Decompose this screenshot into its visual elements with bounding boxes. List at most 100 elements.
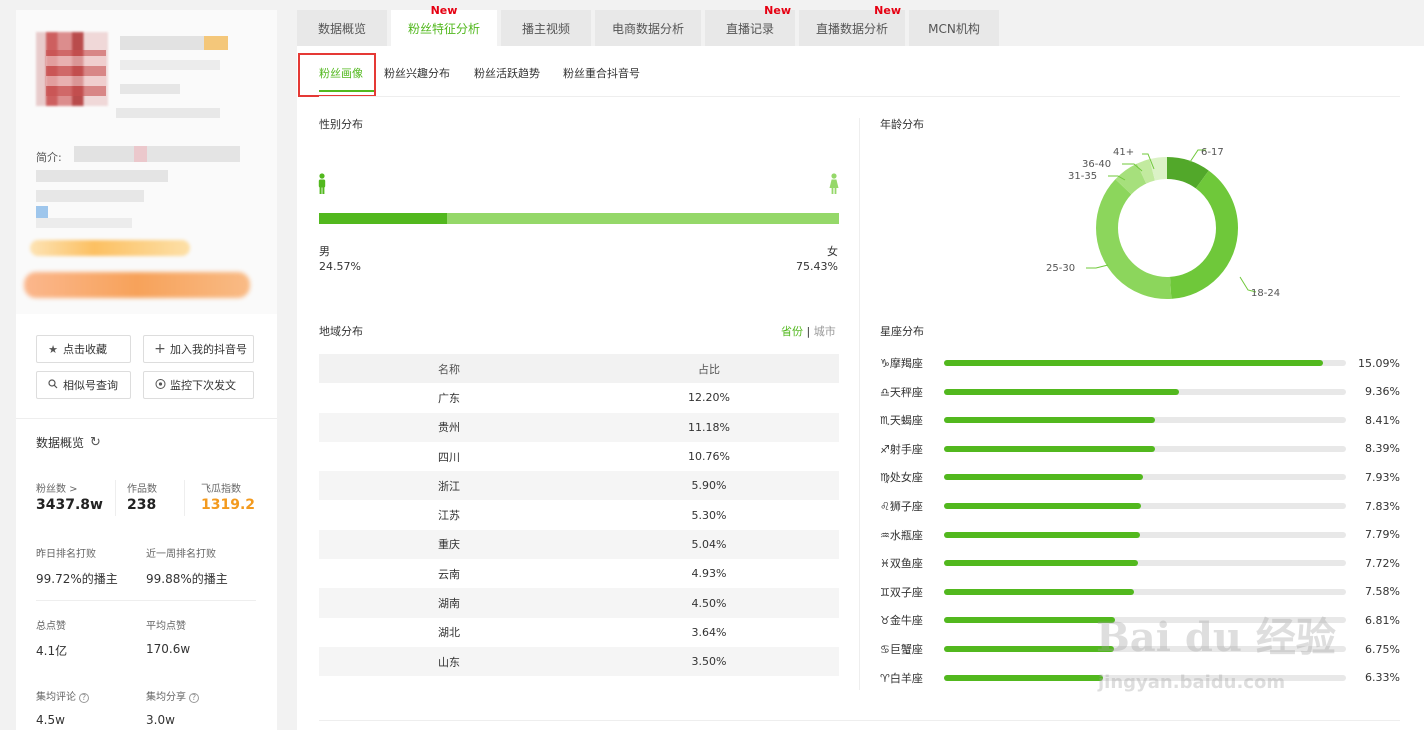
tab-live-records[interactable]: New 直播记录: [705, 4, 795, 46]
index-label: 飞瓜指数: [201, 484, 241, 495]
region-title: 地域分布: [319, 325, 363, 338]
zodiac-glyph-icon: ♈: [880, 671, 890, 685]
watermark-logo: Bai du 经验: [1096, 614, 1336, 661]
likes-avg-value: 170.6w: [146, 642, 191, 656]
zodiac-bar: [944, 617, 1116, 624]
overview-title: 数据概览: [36, 436, 85, 450]
age-leader-line: [1086, 264, 1109, 269]
region-name-cell: 江苏: [319, 500, 579, 530]
zodiac-bar: [944, 417, 1156, 424]
table-row: 山东 3.50%: [319, 646, 839, 677]
zodiac-glyph-icon: ♉: [880, 614, 890, 628]
new-badge: New: [764, 4, 791, 17]
region-name-cell: 山东: [319, 646, 579, 677]
subtab-fan-overlap[interactable]: 粉丝重合抖音号: [563, 65, 640, 81]
zodiac-bar: [944, 560, 1138, 567]
region-share-cell: 10.76%: [579, 441, 839, 472]
zodiac-label: ♊双子座: [880, 585, 923, 599]
tab-ecommerce[interactable]: 电商数据分析: [595, 10, 701, 46]
zodiac-label: ♏天蝎座: [880, 414, 923, 428]
fans-label[interactable]: 粉丝数 >: [36, 480, 78, 495]
age-label-41plus: 41+: [1113, 147, 1135, 158]
zodiac-glyph-icon: ♌: [880, 500, 890, 513]
zodiac-bar-track: [944, 360, 1346, 366]
zodiac-glyph-icon: ♑: [880, 357, 890, 370]
tab-live-analysis[interactable]: New 直播数据分析: [799, 4, 905, 46]
plus-icon: +: [154, 341, 166, 357]
tab-fan-analysis[interactable]: New 粉丝特征分析: [391, 4, 497, 46]
age-label-36-40: 36-40: [1082, 159, 1112, 170]
female-icon: [828, 173, 840, 198]
table-row: 贵州 11.18%: [319, 412, 839, 442]
female-percent: 75.43%: [796, 260, 838, 273]
zodiac-value: 7.93%: [1365, 470, 1400, 484]
toggle-city[interactable]: 城市: [814, 325, 836, 338]
zodiac-label: ♓双鱼座: [880, 557, 923, 571]
zodiac-label: ♍处女座: [880, 471, 923, 485]
zodiac-glyph-icon: ♏: [880, 414, 890, 428]
new-badge: New: [430, 4, 458, 17]
male-percent: 24.57%: [319, 260, 361, 273]
zodiac-label: ♉金牛座: [880, 614, 923, 628]
sidebar-divider: [16, 418, 277, 419]
zodiac-glyph-icon: ♎: [880, 385, 890, 399]
col-name-header: 名称: [319, 354, 579, 384]
age-label-31-35: 31-35: [1068, 171, 1098, 182]
monitor-button[interactable]: 监控下次发文: [143, 371, 254, 399]
similar-search-button[interactable]: 相似号查询: [36, 371, 131, 399]
index-value: 1319.2: [201, 497, 256, 513]
zodiac-label: ♈白羊座: [880, 671, 923, 685]
zodiac-value: 7.79%: [1365, 528, 1400, 542]
zodiac-bar: [944, 445, 1155, 452]
similar-search-button-label: 相似号查询: [63, 379, 118, 392]
watermark-url: jingyan.baidu.com: [1098, 672, 1286, 693]
age-donut-chart: [1086, 149, 1257, 299]
subtab-fan-activity[interactable]: 粉丝活跃趋势: [474, 65, 540, 81]
male-icon: [317, 173, 327, 198]
region-name-cell: 四川: [319, 441, 579, 472]
region-share-cell: 5.04%: [579, 529, 839, 560]
zodiac-glyph-icon: ♐: [880, 442, 890, 456]
tab-mcn[interactable]: MCN机构: [909, 10, 999, 46]
table-row: 江苏 5.30%: [319, 500, 839, 530]
help-icon[interactable]: ?: [79, 693, 89, 703]
region-share-cell: 5.90%: [579, 471, 839, 501]
refresh-icon[interactable]: ↻: [90, 435, 101, 450]
zodiac-glyph-icon: ♋: [880, 643, 890, 656]
region-name-cell: 湖南: [319, 588, 579, 618]
zodiac-bar: [944, 503, 1141, 509]
zodiac-bar: [944, 388, 1180, 395]
zodiac-value: 7.83%: [1365, 499, 1400, 513]
zodiac-label: ♌狮子座: [880, 500, 923, 513]
table-row: 浙江 5.90%: [319, 471, 839, 501]
region-share-cell: 12.20%: [579, 383, 839, 413]
toggle-province[interactable]: 省份: [781, 325, 803, 338]
comments-value: 4.5w: [36, 713, 65, 727]
region-name-cell: 浙江: [319, 471, 579, 501]
zodiac-label: ♋巨蟹座: [880, 643, 923, 656]
likes-total-label: 总点赞: [36, 621, 66, 632]
zodiac-label: ♒水瓶座: [880, 528, 923, 542]
zodiac-bar-track: [944, 531, 1346, 538]
profile-sidebar: 简介: ★ 点击收藏 + 加入我的抖音号 相似号查询 监控下次发文 数据概览 ↻…: [16, 10, 277, 730]
zodiac-value: 8.39%: [1365, 442, 1400, 456]
tab-videos[interactable]: 播主视频: [501, 10, 591, 46]
table-row: 重庆 5.04%: [319, 529, 839, 560]
zodiac-value: 9.36%: [1365, 385, 1400, 399]
tab-overview[interactable]: 数据概览: [297, 10, 387, 46]
region-share-cell: 11.18%: [579, 412, 839, 442]
zodiac-bar: [944, 360, 1324, 366]
favorite-button[interactable]: ★ 点击收藏: [36, 335, 131, 363]
zodiac-bar: [944, 588, 1135, 595]
add-account-button[interactable]: + 加入我的抖音号: [143, 335, 254, 363]
zodiac-bar-track: [944, 445, 1346, 452]
help-icon[interactable]: ?: [189, 693, 199, 703]
zodiac-value: 6.33%: [1365, 671, 1400, 685]
zodiac-glyph-icon: ♍: [880, 471, 890, 485]
region-name-cell: 重庆: [319, 529, 579, 560]
gender-title: 性别分布: [319, 118, 363, 131]
subtab-fan-interest[interactable]: 粉丝兴趣分布: [384, 65, 450, 81]
age-label-6-17: 6-17: [1201, 147, 1224, 158]
fans-value: 3437.8w: [36, 497, 103, 513]
zodiac-bar: [944, 646, 1114, 652]
